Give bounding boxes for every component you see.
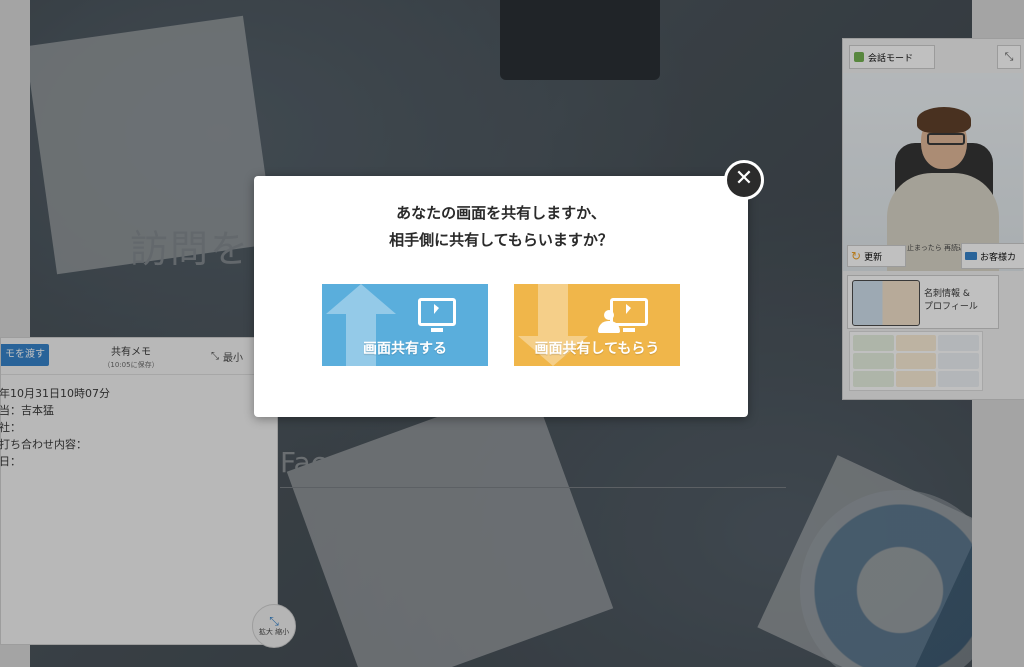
partner-logo — [895, 335, 937, 351]
screen-share-dialog: あなたの画面を共有しますか、 相手側に共有してもらいますか？ 画面共有する 画面… — [254, 176, 748, 417]
conversation-mode-button[interactable]: 会話モード — [849, 45, 935, 69]
customer-camera-button[interactable]: お客様カ — [961, 243, 1024, 269]
partner-logo — [938, 353, 979, 369]
video-side-panel: 会話モード ⤡ ↻ 更新 止まったら 再読込み お客様カ 名刺情報 & プロフィ… — [842, 38, 1024, 400]
request-screen-share-button[interactable]: 画面共有してもらう — [514, 284, 680, 366]
refresh-icon: ↻ — [851, 249, 862, 263]
refresh-button[interactable]: ↻ 更新 — [847, 245, 906, 267]
dialog-question: あなたの画面を共有しますか、 相手側に共有してもらいますか？ — [254, 200, 748, 254]
memo-textarea[interactable]: 年10月31日10時07分 当：吉本猛 社： 打ち合わせ内容： 日： — [0, 375, 277, 470]
partner-logo — [895, 353, 937, 369]
shrink-icon[interactable]: ⤡ — [997, 45, 1021, 69]
partner-logo — [853, 353, 894, 369]
card-label-line2: プロフィール — [924, 302, 978, 312]
memo-minimize-label: 最小 — [223, 352, 243, 364]
shared-memo-panel: モを渡す 共有メモ （10:05に保存） ⤡ 最小 年10月31日10時07分 … — [0, 337, 278, 645]
dialog-question-line2: 相手側に共有してもらいますか？ — [389, 231, 613, 249]
partner-logos-panel — [849, 331, 983, 391]
memo-line: 年10月31日10時07分 — [0, 387, 110, 400]
memo-line: 社： — [0, 421, 21, 434]
cursor-icon — [626, 304, 631, 314]
request-screen-share-label: 画面共有してもらう — [534, 341, 660, 357]
memo-header: モを渡す 共有メモ （10:05に保存） ⤡ 最小 — [1, 338, 277, 375]
partner-logo — [895, 371, 937, 387]
memo-saved-note: （10:05に保存） — [103, 361, 159, 369]
memo-line: 当：吉本猛 — [0, 404, 54, 417]
camera-icon — [965, 252, 977, 260]
cursor-icon — [434, 304, 439, 314]
share-my-screen-label: 画面共有する — [363, 341, 447, 357]
memo-zoom-button[interactable]: ⤡ 拡大 縮小 — [252, 604, 296, 648]
card-label-line1: 名刺情報 & — [924, 289, 970, 299]
memo-line: 日： — [0, 455, 21, 468]
memo-title-block: 共有メモ （10:05に保存） — [71, 343, 191, 370]
refresh-label: 更新 — [864, 252, 883, 263]
share-my-screen-button[interactable]: 画面共有する — [322, 284, 488, 366]
conversation-mode-label: 会話モード — [868, 53, 914, 64]
memo-zoom-label: 拡大 縮小 — [258, 628, 290, 636]
memo-line: 打ち合わせ内容： — [0, 438, 87, 451]
close-icon[interactable]: ✕ — [724, 160, 764, 200]
video-person-glasses — [927, 133, 965, 145]
user-icon-body — [598, 321, 620, 333]
business-card-profile-button[interactable]: 名刺情報 & プロフィール — [847, 275, 999, 329]
partner-logo — [853, 335, 894, 351]
business-card-label: 名刺情報 & プロフィール — [924, 288, 978, 314]
video-person-hair — [917, 107, 971, 133]
mode-icon — [854, 52, 864, 62]
user-icon — [598, 310, 620, 334]
remote-video — [843, 73, 1023, 271]
customer-camera-label: お客様カ — [980, 252, 1017, 263]
resize-arrows-icon: ⤡ — [269, 614, 279, 628]
partner-logo — [938, 335, 979, 351]
partner-logo — [853, 371, 894, 387]
partner-logo — [938, 371, 979, 387]
business-card-illustration — [852, 280, 920, 326]
user-icon-head — [604, 310, 614, 320]
shrink-icon: ⤡ — [211, 350, 219, 362]
memo-pass-button[interactable]: モを渡す — [1, 344, 49, 366]
memo-title: 共有メモ — [111, 347, 151, 358]
dialog-question-line1: あなたの画面を共有しますか、 — [396, 204, 606, 222]
